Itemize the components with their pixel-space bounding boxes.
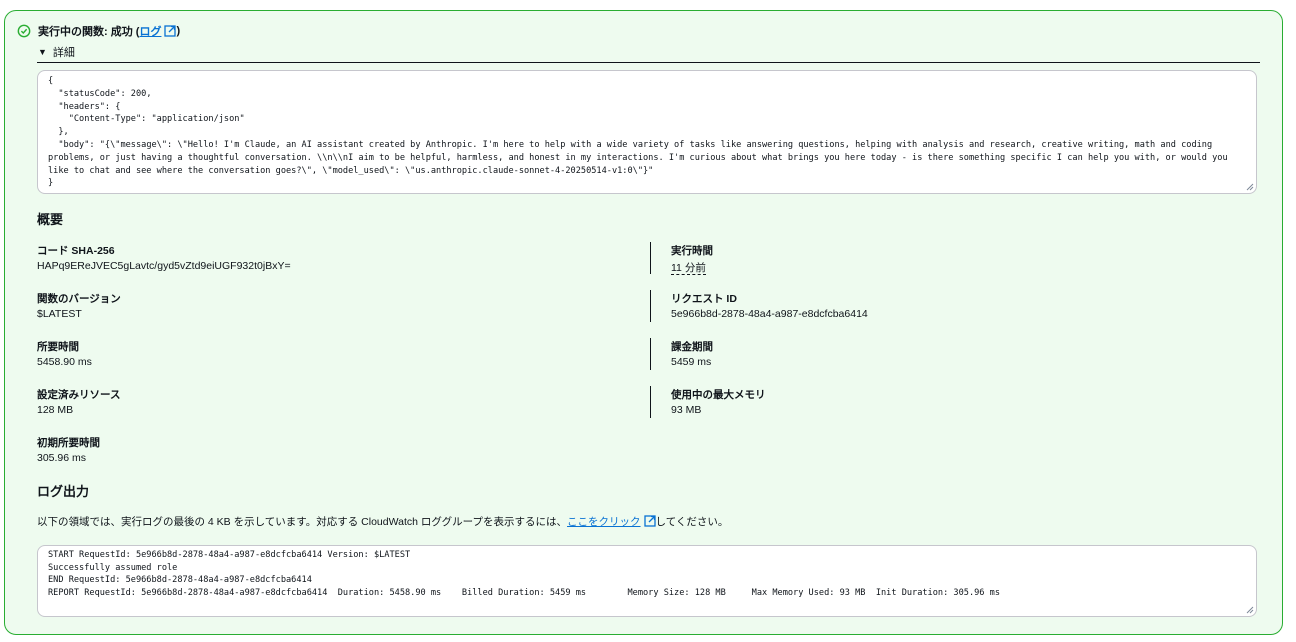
summary-code-sha: コード SHA-256 HAPq9EReJVEC5gLavtc/gyd5vZtd… (37, 243, 291, 273)
summary-duration: 所要時間 5458.90 ms (37, 339, 92, 369)
response-textarea[interactable]: { "statusCode": 200, "headers": { "Conte… (37, 70, 1257, 194)
summary-billed-duration: 課金期間 5459 ms (671, 339, 713, 369)
summary-heading: 概要 (37, 212, 64, 227)
summary-execution-time: 実行時間 11 分前 (671, 243, 713, 275)
summary-init-duration: 初期所要時間 305.96 ms (37, 435, 100, 465)
resize-grip-icon[interactable] (1246, 606, 1254, 614)
details-toggle[interactable]: ▼ 詳細 (38, 44, 75, 60)
summary-function-version: 関数のバージョン $LATEST (37, 291, 121, 321)
summary-label: 使用中の最大メモリ (671, 389, 766, 401)
summary-label: リクエスト ID (671, 293, 737, 305)
column-divider (650, 242, 651, 274)
summary-label: 実行時間 (671, 245, 713, 257)
summary-label: コード SHA-256 (37, 245, 115, 257)
summary-label: 設定済みリソース (37, 389, 121, 401)
status-text-suffix: ) (176, 25, 181, 37)
log-desc-text-after: してください。 (655, 516, 729, 528)
log-link[interactable]: ログ (139, 23, 177, 39)
summary-value: 93 MB (671, 404, 702, 416)
summary-value: $LATEST (37, 308, 82, 320)
resize-grip-icon[interactable] (1246, 183, 1254, 191)
details-label[interactable]: 詳細 (53, 44, 75, 60)
summary-label: 関数のバージョン (37, 293, 121, 305)
summary-value: 5459 ms (671, 356, 712, 368)
summary-request-id: リクエスト ID 5e966b8d-2878-48a4-a987-e8dcfcb… (671, 291, 868, 321)
success-check-icon (17, 24, 31, 38)
log-desc-text: 以下の領域では、実行ログの最後の 4 KB を示しています。対応する Cloud… (37, 516, 568, 528)
log-output-text[interactable]: START RequestId: 5e966b8d-2878-48a4-a987… (48, 549, 1246, 600)
summary-value: 11 分前 (671, 262, 706, 275)
log-link-label[interactable]: ログ (139, 26, 161, 38)
details-divider (37, 62, 1260, 63)
caret-down-icon[interactable]: ▼ (38, 47, 47, 57)
response-json[interactable]: { "statusCode": 200, "headers": { "Conte… (48, 75, 1246, 190)
external-link-icon[interactable] (164, 25, 177, 37)
column-divider (650, 338, 651, 370)
cloudwatch-link[interactable]: ここをクリック (567, 515, 656, 528)
summary-label: 所要時間 (37, 341, 79, 353)
log-output-heading: ログ出力 (37, 484, 90, 499)
summary-value: HAPq9EReJVEC5gLavtc/gyd5vZtd9eiUGF932t0j… (37, 260, 291, 272)
summary-value: 128 MB (37, 404, 74, 416)
execution-result-panel: 実行中の関数: 成功 ( ログ ) ▼ 詳細 { "statusCode": 2… (4, 10, 1283, 635)
column-divider (650, 290, 651, 322)
summary-label: 課金期間 (671, 341, 713, 353)
cloudwatch-link-label[interactable]: ここをクリック (567, 516, 641, 528)
summary-label: 初期所要時間 (37, 437, 100, 449)
summary-max-memory: 使用中の最大メモリ 93 MB (671, 387, 766, 417)
summary-value: 5e966b8d-2878-48a4-a987-e8dcfcba6414 (671, 308, 868, 320)
status-text-prefix: 実行中の関数: 成功 ( (38, 26, 140, 38)
status-header: 実行中の関数: 成功 ( ログ ) (17, 21, 180, 41)
log-output-description: 以下の領域では、実行ログの最後の 4 KB を示しています。対応する Cloud… (37, 514, 728, 529)
summary-configured-resources: 設定済みリソース 128 MB (37, 387, 120, 417)
column-divider (650, 386, 651, 418)
log-output-textarea[interactable]: START RequestId: 5e966b8d-2878-48a4-a987… (37, 545, 1257, 617)
summary-value: 305.96 ms (37, 452, 87, 464)
summary-value: 5458.90 ms (37, 356, 92, 368)
external-link-icon[interactable] (643, 515, 656, 527)
